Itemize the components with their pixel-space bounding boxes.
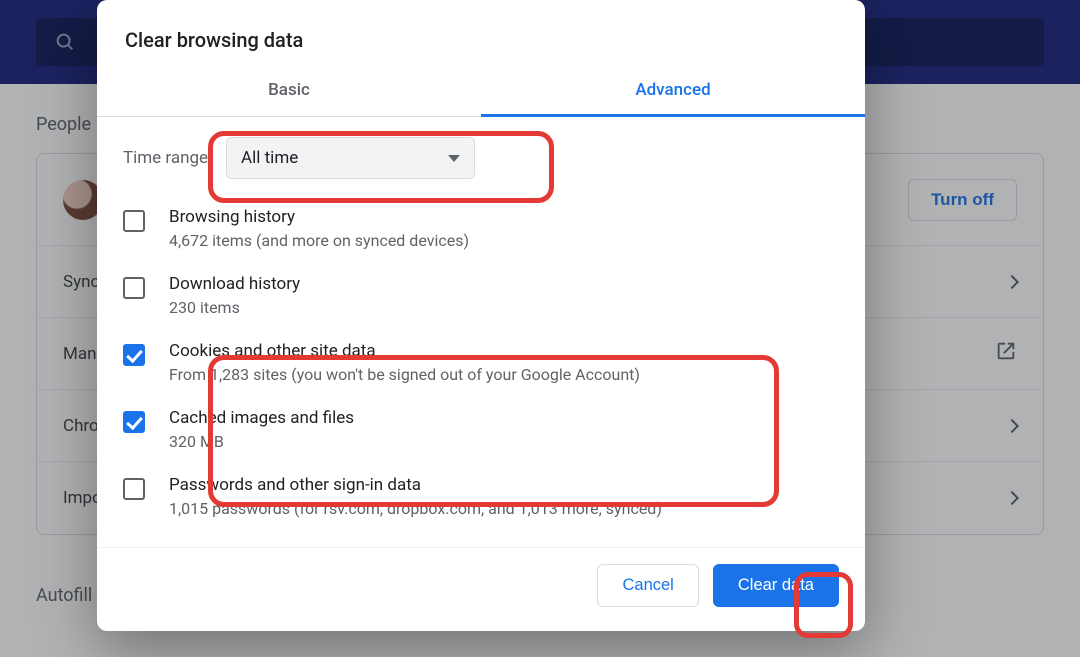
item-cached[interactable]: Cached images and files 320 MB: [123, 396, 839, 463]
time-range-select[interactable]: All time: [226, 137, 475, 179]
time-range-value: All time: [241, 148, 298, 168]
cancel-button[interactable]: Cancel: [597, 564, 698, 607]
item-subtitle: 4,672 items (and more on synced devices): [169, 231, 469, 250]
dialog-tabs: Basic Advanced: [97, 62, 865, 117]
item-browsing-history[interactable]: Browsing history 4,672 items (and more o…: [123, 195, 839, 262]
item-title: Cookies and other site data: [169, 341, 640, 361]
item-subtitle: 230 items: [169, 298, 300, 317]
item-subtitle: 320 MB: [169, 432, 354, 451]
tab-basic[interactable]: Basic: [97, 62, 481, 116]
item-title: Passwords and other sign-in data: [169, 475, 662, 495]
checkbox-cached[interactable]: [123, 411, 145, 433]
checkbox-browsing-history[interactable]: [123, 210, 145, 232]
item-title: Browsing history: [169, 207, 469, 227]
time-range-label: Time range: [123, 148, 208, 168]
item-subtitle: 1,015 passwords (for rsv.com, dropbox.co…: [169, 499, 662, 518]
dialog-actions: Cancel Clear data: [97, 547, 865, 631]
checkbox-passwords[interactable]: [123, 478, 145, 500]
clear-browsing-data-dialog: Clear browsing data Basic Advanced Time …: [97, 0, 865, 631]
item-cookies[interactable]: Cookies and other site data From 1,283 s…: [123, 329, 839, 396]
item-title: Cached images and files: [169, 408, 354, 428]
checkbox-cookies[interactable]: [123, 344, 145, 366]
item-download-history[interactable]: Download history 230 items: [123, 262, 839, 329]
item-passwords[interactable]: Passwords and other sign-in data 1,015 p…: [123, 463, 839, 530]
dialog-title: Clear browsing data: [97, 0, 865, 62]
chevron-down-icon: [448, 155, 460, 162]
clear-data-button[interactable]: Clear data: [713, 564, 839, 607]
dialog-scroll-area[interactable]: Time range All time Browsing history 4,6…: [97, 117, 865, 547]
item-subtitle: From 1,283 sites (you won't be signed ou…: [169, 365, 640, 384]
checkbox-download-history[interactable]: [123, 277, 145, 299]
time-range-row: Time range All time: [123, 117, 839, 195]
item-title: Download history: [169, 274, 300, 294]
tab-advanced[interactable]: Advanced: [481, 62, 865, 116]
